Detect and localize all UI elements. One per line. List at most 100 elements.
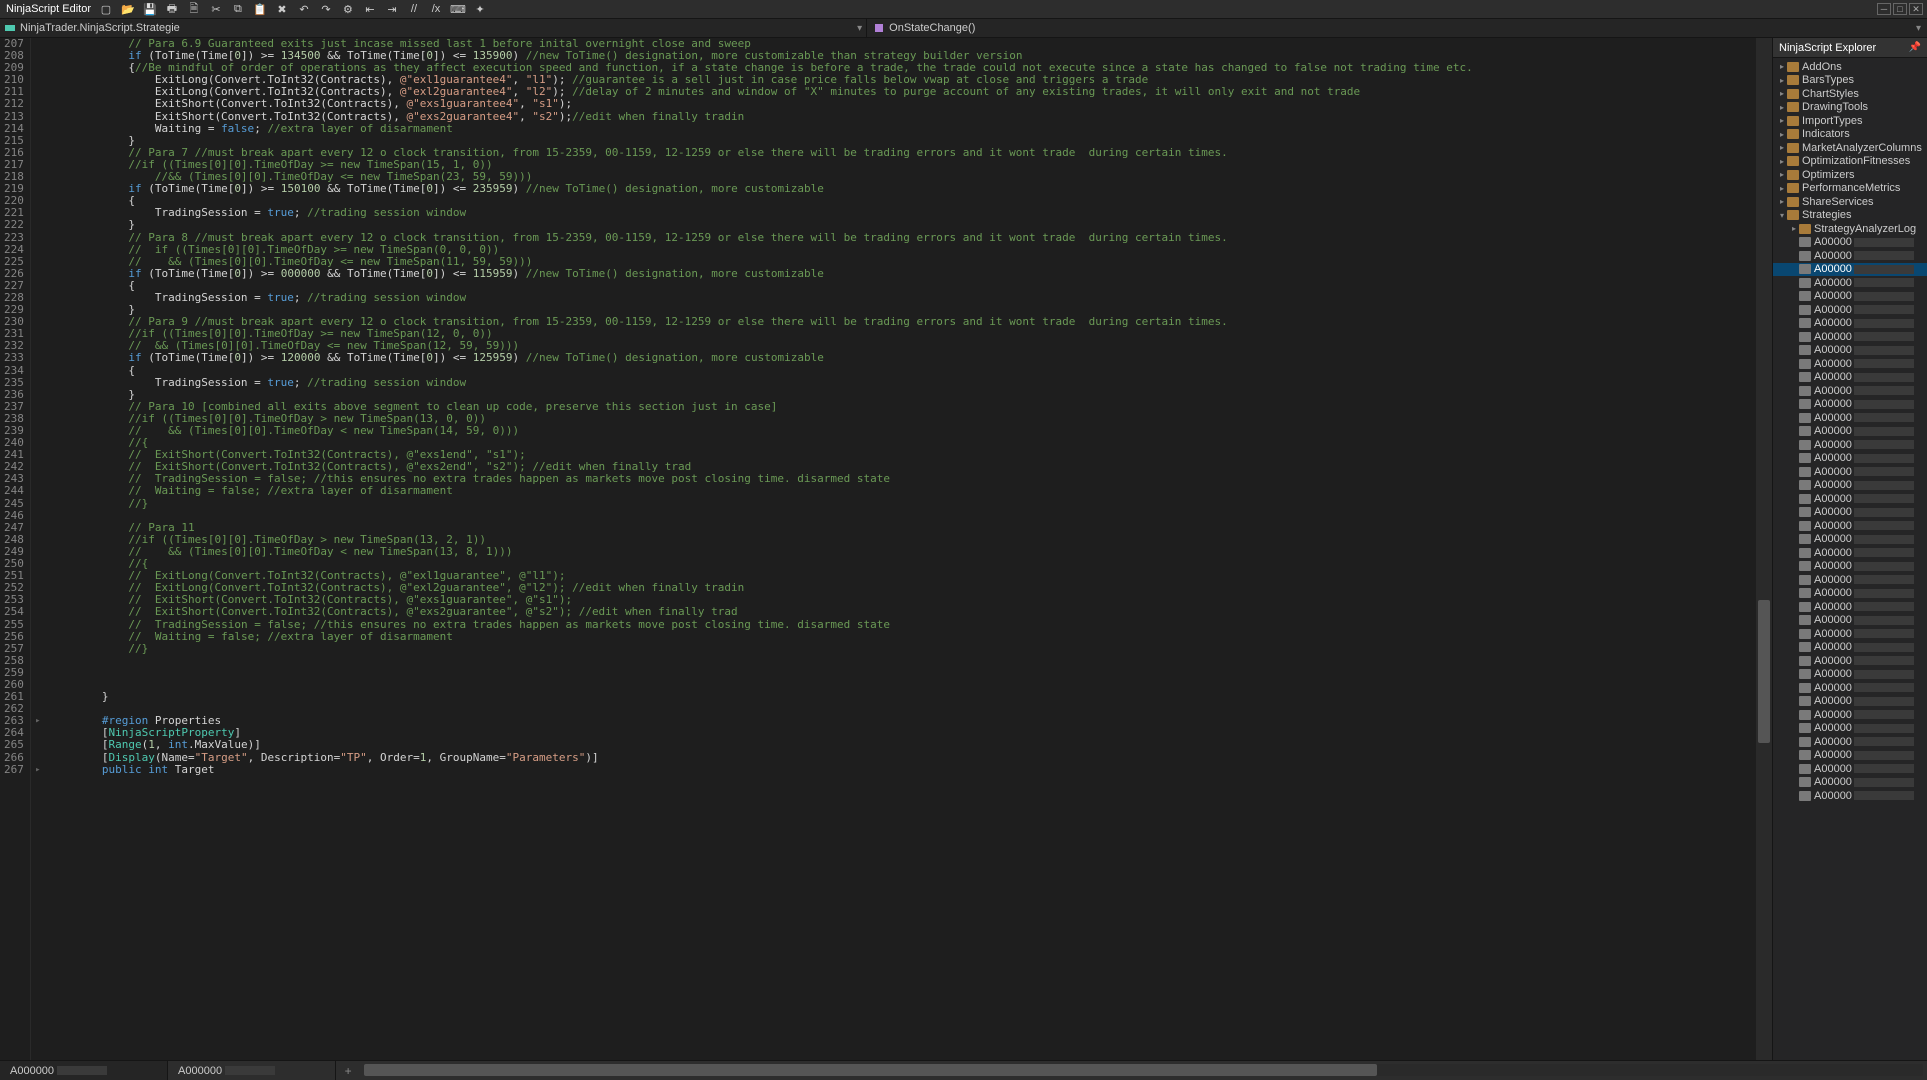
tree-file-label: A00000 (1814, 628, 1852, 640)
tree-file[interactable]: A00000 (1773, 384, 1927, 398)
tree-file[interactable]: A00000 (1773, 695, 1927, 709)
tree-file[interactable]: A00000 (1773, 506, 1927, 520)
cut-icon[interactable]: ✂ (209, 2, 223, 16)
tree-file[interactable]: A00000 (1773, 479, 1927, 493)
tree-file[interactable]: A00000 (1773, 762, 1927, 776)
tree-file[interactable]: A00000 (1773, 573, 1927, 587)
tree-file[interactable]: A00000 (1773, 317, 1927, 331)
tree-file[interactable]: A00000 (1773, 263, 1927, 277)
tree-file[interactable]: A00000 (1773, 546, 1927, 560)
tree-folder-chartstyles[interactable]: ▸ChartStyles (1773, 87, 1927, 101)
tree-file-label: A00000 (1814, 398, 1852, 410)
editor-tab[interactable]: A000000 (168, 1061, 336, 1080)
tree-file[interactable]: A00000 (1773, 735, 1927, 749)
print-icon[interactable]: 🖶 (165, 2, 179, 16)
tree-file[interactable]: A00000 (1773, 587, 1927, 601)
redacted-text (225, 1066, 275, 1075)
paste-icon[interactable]: 📋 (253, 2, 267, 16)
tree-file[interactable]: A00000 (1773, 371, 1927, 385)
tree-folder-barstypes[interactable]: ▸BarsTypes (1773, 74, 1927, 88)
tree-file[interactable]: A00000 (1773, 681, 1927, 695)
tree-folder-optimizers[interactable]: ▸Optimizers (1773, 168, 1927, 182)
tree-folder-strategyanalyzerlog[interactable]: ▸StrategyAnalyzerLog (1773, 222, 1927, 236)
intellisense-icon[interactable]: ⌨ (451, 2, 465, 16)
outdent-icon[interactable]: ⇤ (363, 2, 377, 16)
tree-file[interactable]: A00000 (1773, 519, 1927, 533)
pin-icon[interactable]: 📌 (1909, 42, 1921, 53)
tree-file[interactable]: A00000 (1773, 722, 1927, 736)
tree-file[interactable]: A00000 (1773, 492, 1927, 506)
tree-folder-performancemetrics[interactable]: ▸PerformanceMetrics (1773, 182, 1927, 196)
redo-icon[interactable]: ↷ (319, 2, 333, 16)
horizontal-scrollbar-thumb[interactable] (364, 1064, 1377, 1076)
add-tab-button[interactable]: + (336, 1061, 360, 1080)
breadcrumb-namespace[interactable]: NinjaTrader.NinjaScript.Strategie ▾ (0, 19, 867, 37)
tree-file[interactable]: A00000 (1773, 789, 1927, 803)
minimize-button[interactable]: ─ (1877, 3, 1891, 15)
editor-tab[interactable]: A000000 (0, 1061, 168, 1080)
redacted-text (1854, 548, 1914, 557)
tree-folder-shareservices[interactable]: ▸ShareServices (1773, 195, 1927, 209)
vertical-scrollbar-thumb[interactable] (1758, 600, 1770, 743)
delete-icon[interactable]: ✖ (275, 2, 289, 16)
tree-file[interactable]: A00000 (1773, 668, 1927, 682)
tree-file[interactable]: A00000 (1773, 249, 1927, 263)
breadcrumb-method[interactable]: OnStateChange() ▾ (867, 19, 1927, 37)
comment-icon[interactable]: // (407, 2, 421, 16)
tree-file[interactable]: A00000 (1773, 330, 1927, 344)
tree-file[interactable]: A00000 (1773, 533, 1927, 547)
explorer-tree[interactable]: ▸AddOns▸BarsTypes▸ChartStyles▸DrawingToo… (1773, 58, 1927, 1060)
maximize-button[interactable]: □ (1893, 3, 1907, 15)
tree-file[interactable]: A00000 (1773, 708, 1927, 722)
uncomment-icon[interactable]: /x (429, 2, 443, 16)
compile-icon[interactable]: ⚙ (341, 2, 355, 16)
tree-file[interactable]: A00000 (1773, 357, 1927, 371)
tree-file[interactable]: A00000 (1773, 627, 1927, 641)
close-button[interactable]: ✕ (1909, 3, 1923, 15)
editor-pane[interactable]: 207 208 209 210 211 212 213 214 215 216 … (0, 38, 1772, 1060)
saveall-icon[interactable]: 🗎 (187, 2, 201, 16)
wand-icon[interactable]: ✦ (473, 2, 487, 16)
tree-file[interactable]: A00000 (1773, 425, 1927, 439)
open-icon[interactable]: 📂 (121, 2, 135, 16)
tree-folder-marketanalyzercolumns[interactable]: ▸MarketAnalyzerColumns (1773, 141, 1927, 155)
tree-file[interactable]: A00000 (1773, 614, 1927, 628)
tree-file[interactable]: A00000 (1773, 303, 1927, 317)
tree-file[interactable]: A00000 (1773, 344, 1927, 358)
tree-file[interactable]: A00000 (1773, 641, 1927, 655)
tree-folder-drawingtools[interactable]: ▸DrawingTools (1773, 101, 1927, 115)
file-icon (1799, 359, 1811, 369)
tree-folder-strategies[interactable]: ▾Strategies (1773, 209, 1927, 223)
vertical-scrollbar[interactable] (1756, 38, 1772, 1060)
tabs: A000000A000000 (0, 1061, 336, 1080)
tree-file[interactable]: A00000 (1773, 438, 1927, 452)
folder-icon (1799, 224, 1811, 234)
undo-icon[interactable]: ↶ (297, 2, 311, 16)
save-icon[interactable]: 💾 (143, 2, 157, 16)
horizontal-scrollbar[interactable] (364, 1064, 1923, 1076)
new-icon[interactable]: ▢ (99, 2, 113, 16)
tree-file[interactable]: A00000 (1773, 411, 1927, 425)
tree-file[interactable]: A00000 (1773, 465, 1927, 479)
tree-file[interactable]: A00000 (1773, 290, 1927, 304)
indent-icon[interactable]: ⇥ (385, 2, 399, 16)
tree-file[interactable]: A00000 (1773, 776, 1927, 790)
copy-icon[interactable]: ⧉ (231, 2, 245, 16)
tree-file[interactable]: A00000 (1773, 452, 1927, 466)
tree-folder-indicators[interactable]: ▸Indicators (1773, 128, 1927, 142)
redacted-text (1854, 413, 1914, 422)
tree-folder-addons[interactable]: ▸AddOns (1773, 60, 1927, 74)
tree-file[interactable]: A00000 (1773, 398, 1927, 412)
tree-file[interactable]: A00000 (1773, 600, 1927, 614)
tree-folder-importtypes[interactable]: ▸ImportTypes (1773, 114, 1927, 128)
code-area[interactable]: // Para 6.9 Guaranteed exits just incase… (45, 38, 1756, 1060)
tree-folder-optimizationfitnesses[interactable]: ▸OptimizationFitnesses (1773, 155, 1927, 169)
tree-file-label: A00000 (1814, 601, 1852, 613)
tree-file[interactable]: A00000 (1773, 276, 1927, 290)
fold-gutter[interactable]: ▸ ▸ (31, 38, 45, 1060)
tree-file[interactable]: A00000 (1773, 236, 1927, 250)
tree-file[interactable]: A00000 (1773, 749, 1927, 763)
tree-file[interactable]: A00000 (1773, 654, 1927, 668)
tree-file[interactable]: A00000 (1773, 560, 1927, 574)
tree-file-label: A00000 (1814, 290, 1852, 302)
